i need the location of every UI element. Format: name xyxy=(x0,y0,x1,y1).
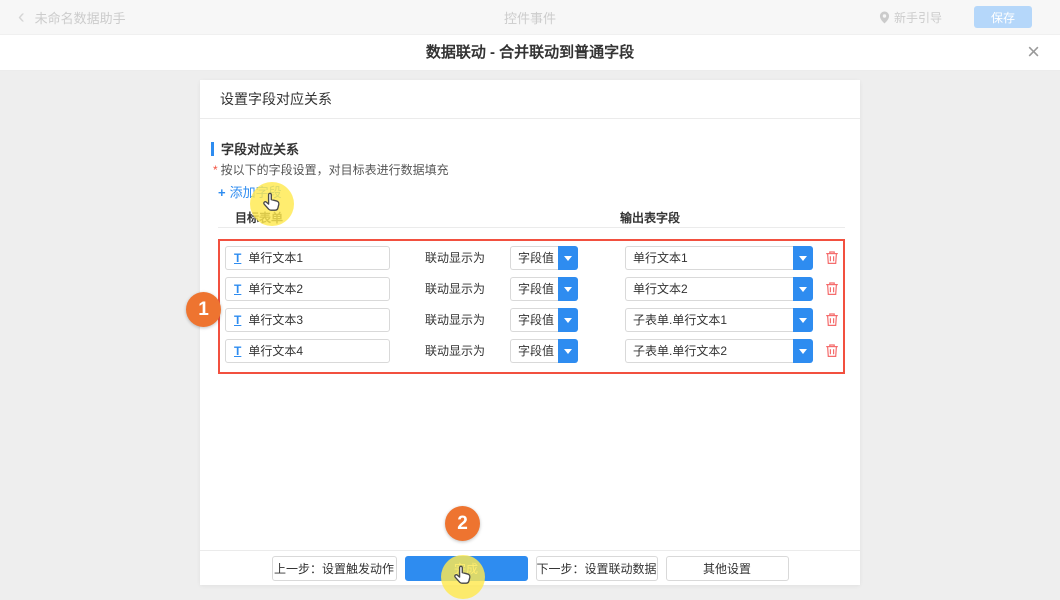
app-topbar: ‹ 未命名数据助手 控件事件 新手引导 保存 xyxy=(0,0,1060,35)
click-highlight-add-field xyxy=(250,182,294,226)
target-field-value: 单行文本2 xyxy=(248,280,303,297)
save-button[interactable]: 保存 xyxy=(974,6,1032,28)
delete-row-icon[interactable] xyxy=(825,250,839,265)
step-2-badge: 2 xyxy=(445,506,480,541)
chevron-down-icon xyxy=(558,246,578,270)
other-settings-button[interactable]: 其他设置 xyxy=(666,556,789,581)
mode-dropdown[interactable]: 字段值 xyxy=(510,277,578,301)
output-field-dropdown[interactable]: 单行文本2 xyxy=(625,277,813,301)
relation-label: 联动显示为 xyxy=(425,249,487,266)
topbar-right-group: 新手引导 保存 xyxy=(879,6,1032,28)
location-pin-icon xyxy=(879,11,890,24)
table-row: T 单行文本3 联动显示为 字段值 子表单.单行文本1 xyxy=(225,304,843,335)
table-row: T 单行文本2 联动显示为 字段值 单行文本2 xyxy=(225,273,843,304)
delete-row-icon[interactable] xyxy=(825,281,839,296)
chevron-down-icon xyxy=(558,339,578,363)
target-field-input[interactable]: T 单行文本2 xyxy=(225,277,390,301)
delete-row-icon[interactable] xyxy=(825,312,839,327)
instruction-text: *按以下的字段设置，对目标表进行数据填充 xyxy=(213,161,449,178)
text-field-icon: T xyxy=(234,313,241,327)
text-field-icon: T xyxy=(234,344,241,358)
screen: ‹ 未命名数据助手 控件事件 新手引导 保存 数据联动 - 合并联动到普通字段 … xyxy=(0,0,1060,600)
output-dropdown-value: 子表单.单行文本1 xyxy=(625,308,793,332)
plus-icon: + xyxy=(218,185,226,200)
column-header-output-fields: 输出表字段 xyxy=(620,209,680,226)
chevron-down-icon xyxy=(793,246,813,270)
instruction-label: 按以下的字段设置，对目标表进行数据填充 xyxy=(221,163,449,177)
table-row: T 单行文本4 联动显示为 字段值 子表单.单行文本2 xyxy=(225,335,843,366)
relation-label: 联动显示为 xyxy=(425,280,487,297)
output-dropdown-value: 单行文本1 xyxy=(625,246,793,270)
table-row: T 单行文本1 联动显示为 字段值 单行文本1 xyxy=(225,242,843,273)
modal-title: 数据联动 - 合并联动到普通字段 xyxy=(0,35,1060,71)
wizard-footer: 上一步：设置触发动作 完成 下一步：设置联动数据 其他设置 xyxy=(200,550,860,585)
column-headers: 目标表单 输出表字段 xyxy=(218,207,845,228)
target-field-value: 单行文本1 xyxy=(248,249,303,266)
output-dropdown-value: 单行文本2 xyxy=(625,277,793,301)
beginner-guide-label: 新手引导 xyxy=(894,9,942,26)
mode-dropdown-value: 字段值 xyxy=(510,277,558,301)
prev-step-button[interactable]: 上一步：设置触发动作 xyxy=(272,556,397,581)
field-mapping-panel: 设置字段对应关系 字段对应关系 *按以下的字段设置，对目标表进行数据填充 +添加… xyxy=(200,80,860,585)
text-field-icon: T xyxy=(234,282,241,296)
mode-dropdown[interactable]: 字段值 xyxy=(510,246,578,270)
field-rows-highlight-box: T 单行文本1 联动显示为 字段值 单行文本1 T xyxy=(218,239,845,374)
section-title: 字段对应关系 xyxy=(211,139,299,158)
click-highlight-finish-button xyxy=(441,555,485,599)
output-dropdown-value: 子表单.单行文本2 xyxy=(625,339,793,363)
relation-label: 联动显示为 xyxy=(425,311,487,328)
hand-cursor-icon xyxy=(450,563,475,588)
chevron-down-icon xyxy=(793,308,813,332)
target-field-value: 单行文本3 xyxy=(248,311,303,328)
mode-dropdown-value: 字段值 xyxy=(510,246,558,270)
text-field-icon: T xyxy=(234,251,241,265)
chevron-down-icon xyxy=(793,277,813,301)
close-icon[interactable]: × xyxy=(1023,35,1044,71)
relation-label: 联动显示为 xyxy=(425,342,487,359)
target-field-input[interactable]: T 单行文本3 xyxy=(225,308,390,332)
back-icon[interactable]: ‹ xyxy=(18,7,25,27)
target-field-value: 单行文本4 xyxy=(248,342,303,359)
mode-dropdown[interactable]: 字段值 xyxy=(510,308,578,332)
mode-dropdown-value: 字段值 xyxy=(510,339,558,363)
beginner-guide-link[interactable]: 新手引导 xyxy=(879,9,942,26)
target-field-input[interactable]: T 单行文本1 xyxy=(225,246,390,270)
required-mark: * xyxy=(213,163,218,177)
output-field-dropdown[interactable]: 子表单.单行文本1 xyxy=(625,308,813,332)
section-accent-bar xyxy=(211,142,214,156)
next-step-button[interactable]: 下一步：设置联动数据 xyxy=(536,556,658,581)
chevron-down-icon xyxy=(558,308,578,332)
mode-dropdown[interactable]: 字段值 xyxy=(510,339,578,363)
chevron-down-icon xyxy=(793,339,813,363)
output-field-dropdown[interactable]: 子表单.单行文本2 xyxy=(625,339,813,363)
mode-dropdown-value: 字段值 xyxy=(510,308,558,332)
modal-header: 数据联动 - 合并联动到普通字段 × xyxy=(0,35,1060,71)
target-field-input[interactable]: T 单行文本4 xyxy=(225,339,390,363)
output-field-dropdown[interactable]: 单行文本1 xyxy=(625,246,813,270)
chevron-down-icon xyxy=(558,277,578,301)
section-title-label: 字段对应关系 xyxy=(221,139,299,158)
panel-header: 设置字段对应关系 xyxy=(200,80,860,119)
delete-row-icon[interactable] xyxy=(825,343,839,358)
hand-cursor-icon xyxy=(259,190,284,215)
step-1-badge: 1 xyxy=(186,292,221,327)
app-title: 未命名数据助手 xyxy=(35,8,126,27)
